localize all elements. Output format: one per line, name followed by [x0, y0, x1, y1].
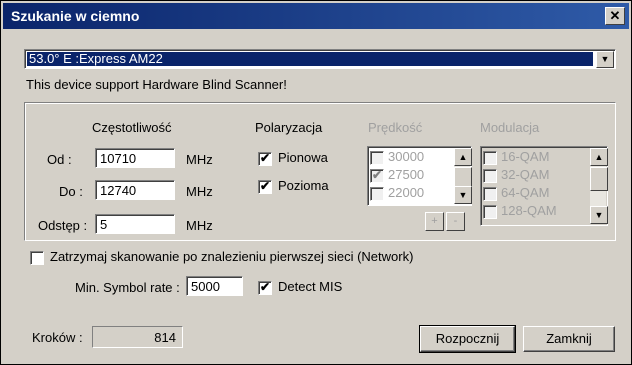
- modulation-item-label: 64-QAM: [501, 185, 550, 200]
- modulation-item-label: 128-QAM: [501, 203, 557, 218]
- info-text: This device support Hardware Blind Scann…: [26, 77, 287, 92]
- polarization-vertical-label: Pionowa: [278, 150, 328, 165]
- speed-item-checkbox[interactable]: ✔: [370, 168, 384, 183]
- frequency-header: Częstotliwość: [92, 120, 172, 135]
- polarization-horizontal-label: Pozioma: [278, 178, 329, 193]
- title-bar: Szukanie w ciemno ✕: [3, 3, 629, 29]
- speed-item-30000[interactable]: 30000: [370, 148, 424, 166]
- modulation-item-32qam[interactable]: 32-QAM: [483, 166, 549, 184]
- from-label: Od :: [47, 152, 72, 167]
- modulation-item-64qam[interactable]: 64-QAM: [483, 184, 549, 202]
- speed-header: Prędkość: [368, 120, 423, 135]
- satellite-selected-value: 53.0° E :Express AM22: [27, 52, 593, 66]
- remove-speed-button[interactable]: -: [446, 212, 465, 231]
- speed-item-22000[interactable]: 22000: [370, 184, 424, 202]
- modulation-item-label: 32-QAM: [501, 167, 550, 182]
- chevron-down-icon[interactable]: ▼: [596, 51, 614, 68]
- steps-label: Kroków :: [32, 330, 83, 345]
- step-field[interactable]: 5: [95, 214, 175, 234]
- speed-item-label: 27500: [388, 167, 425, 182]
- satellite-select[interactable]: 53.0° E :Express AM22 ▼: [24, 49, 616, 69]
- scroll-down-icon[interactable]: ▼: [590, 206, 608, 224]
- detect-mis-label: Detect MIS: [278, 279, 343, 294]
- modulation-item-16qam[interactable]: 16-QAM: [483, 148, 549, 166]
- modulation-item-128qam[interactable]: 128-QAM: [483, 202, 557, 220]
- modulation-item-checkbox[interactable]: [483, 150, 497, 165]
- polarization-vertical-checkbox[interactable]: ✔: [258, 152, 272, 166]
- polarization-horizontal-checkbox[interactable]: ✔: [258, 180, 272, 194]
- speed-item-label: 22000: [388, 185, 425, 200]
- modulation-header: Modulacja: [480, 120, 540, 135]
- scroll-thumb[interactable]: [590, 167, 608, 191]
- step-label: Odstęp :: [38, 218, 88, 233]
- stop-on-first-network-checkbox[interactable]: [30, 251, 44, 265]
- scroll-thumb[interactable]: [454, 167, 472, 187]
- step-unit: MHz: [186, 218, 213, 233]
- scroll-up-icon[interactable]: ▲: [454, 148, 472, 166]
- scroll-down-icon[interactable]: ▼: [454, 186, 472, 204]
- from-field[interactable]: 10710: [95, 148, 175, 168]
- modulation-item-label: 16-QAM: [501, 149, 550, 164]
- to-label: Do :: [59, 184, 83, 199]
- detect-mis-checkbox[interactable]: ✔: [258, 281, 272, 295]
- start-button[interactable]: Rozpocznij: [419, 325, 516, 353]
- min-symbol-rate-label: Min. Symbol rate :: [75, 280, 180, 295]
- modulation-list[interactable]: 16-QAM 32-QAM 64-QAM 128-QAM ▲ ▼: [480, 146, 608, 226]
- steps-value: 814: [92, 326, 183, 348]
- speed-item-27500[interactable]: ✔ 27500: [370, 166, 424, 184]
- add-speed-button[interactable]: +: [425, 212, 444, 231]
- window-title: Szukanie w ciemno: [11, 8, 140, 24]
- speed-item-checkbox[interactable]: [370, 186, 384, 201]
- speed-item-label: 30000: [388, 149, 425, 164]
- close-icon[interactable]: ✕: [605, 7, 625, 25]
- modulation-item-checkbox[interactable]: [483, 186, 497, 201]
- to-unit: MHz: [186, 184, 213, 199]
- speed-scrollbar[interactable]: ▲ ▼: [454, 148, 472, 204]
- from-unit: MHz: [186, 152, 213, 167]
- close-button[interactable]: Zamknij: [523, 326, 615, 352]
- modulation-item-checkbox[interactable]: [483, 168, 497, 183]
- to-field[interactable]: 12740: [95, 180, 175, 200]
- modulation-scrollbar[interactable]: ▲ ▼: [590, 148, 608, 224]
- min-symbol-rate-field[interactable]: 5000: [186, 276, 243, 296]
- speed-item-checkbox[interactable]: [370, 150, 384, 165]
- scroll-up-icon[interactable]: ▲: [590, 148, 608, 166]
- modulation-item-checkbox[interactable]: [483, 204, 497, 219]
- speed-list[interactable]: 30000 ✔ 27500 22000 ▲ ▼: [367, 146, 472, 206]
- polarization-header: Polaryzacja: [255, 120, 323, 135]
- stop-on-first-network-label: Zatrzymaj skanowanie po znalezieniu pier…: [50, 249, 414, 264]
